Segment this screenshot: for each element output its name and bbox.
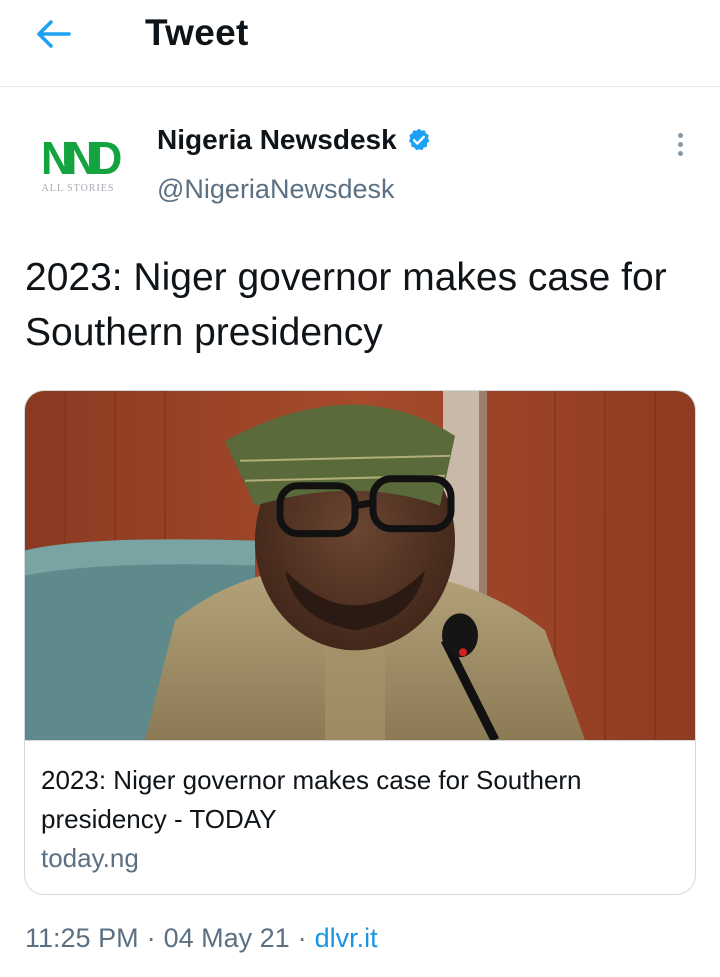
tweet-text: 2023: Niger governor makes case for Sout… xyxy=(25,256,667,354)
separator-dot: · xyxy=(297,923,307,953)
more-vertical-icon xyxy=(677,132,683,138)
news-photo-image xyxy=(25,391,695,741)
author-handle[interactable]: @NigeriaNewsdesk xyxy=(157,174,395,205)
back-button[interactable] xyxy=(22,10,86,58)
avatar-logo-text: NND xyxy=(40,131,122,184)
verified-badge-icon xyxy=(406,127,432,153)
page-title: Tweet xyxy=(145,12,249,53)
card-domain: today.ng xyxy=(41,843,139,873)
separator-dot: · xyxy=(146,923,156,953)
author-name-row: Nigeria Newsdesk xyxy=(157,124,432,156)
app-bar: Tweet xyxy=(0,0,720,87)
card-title: 2023: Niger governor makes case for Sout… xyxy=(41,765,582,834)
avatar-logo-subtext: ALL STORIES xyxy=(41,182,115,194)
tweet-source-link[interactable]: dlvr.it xyxy=(315,923,378,954)
author-name[interactable]: Nigeria Newsdesk xyxy=(157,124,397,156)
link-card[interactable]: 2023: Niger governor makes case for Sout… xyxy=(24,390,696,895)
tweet-metadata: 11:25 PM · 04 May 21 · dlvr.it xyxy=(25,923,378,954)
tweet-time: 11:25 PM xyxy=(25,923,139,953)
arrow-left-icon xyxy=(37,20,71,48)
more-options-button[interactable] xyxy=(664,124,696,164)
tweet-date: 04 May 21 xyxy=(163,923,290,953)
avatar[interactable]: NND ALL STORIES xyxy=(26,125,130,205)
